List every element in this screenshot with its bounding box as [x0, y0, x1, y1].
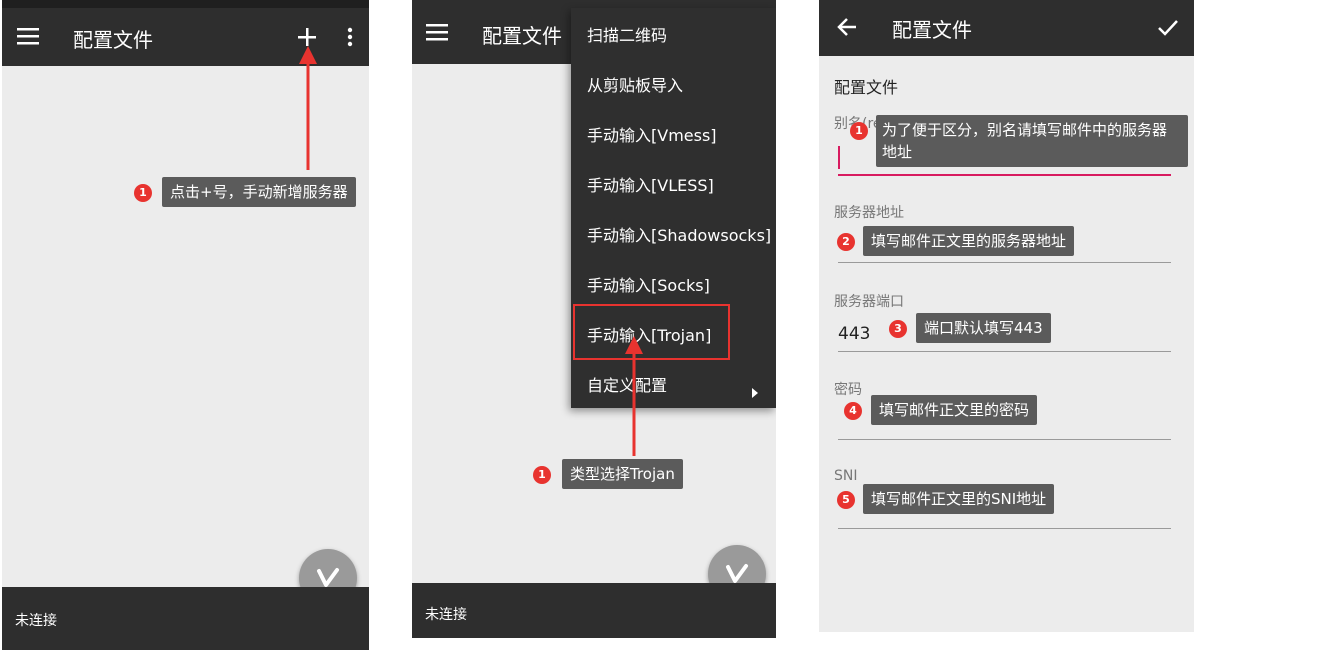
annotation-tooltip-line: 为了便于区分，别名请填写邮件中的服务器	[882, 121, 1168, 139]
field-label-server-port: 服务器端口	[834, 294, 904, 310]
check-icon[interactable]	[1157, 17, 1179, 37]
field-label-sni: SNI	[834, 468, 858, 484]
menu-item-socks[interactable]: 手动输入[Socks]	[587, 272, 710, 296]
annotation-arrow	[625, 336, 643, 456]
screen-profiles-empty: 配置文件 1 点击+号，手动新增服务器 未连接	[2, 0, 369, 650]
annotation-number: 2	[837, 233, 855, 251]
annotation-number: 5	[837, 491, 855, 509]
trojan-highlight-box	[573, 304, 730, 360]
text-cursor	[838, 146, 840, 169]
screen-trojan-config: 配置文件 配置文件 别名(remarks) 1 为了便于区分，别名请填写邮件中的…	[819, 0, 1194, 632]
server-address-input[interactable]	[838, 262, 1171, 263]
submenu-arrow-icon	[752, 388, 758, 398]
password-input[interactable]	[838, 439, 1171, 440]
connection-status-bar[interactable]: 未连接	[412, 583, 776, 638]
annotation-tooltip: 类型选择Trojan	[562, 459, 683, 489]
annotation-tooltip: 填写邮件正文里的SNI地址	[863, 484, 1055, 514]
annotation-number: 1	[533, 466, 551, 484]
annotation-number: 1	[134, 184, 152, 202]
menu-item-import-clipboard[interactable]: 从剪贴板导入	[587, 72, 683, 96]
toolbar-title: 配置文件	[73, 28, 153, 52]
toolbar-title: 配置文件	[482, 24, 562, 48]
field-label-password: 密码	[834, 382, 862, 398]
annotation-tooltip: 端口默认填写443	[916, 313, 1051, 343]
app-toolbar: 配置文件	[819, 0, 1194, 56]
arrow-back-icon[interactable]	[836, 17, 858, 37]
toolbar-title: 配置文件	[892, 18, 972, 42]
annotation-tooltip-line: 地址	[882, 143, 913, 161]
hamburger-icon[interactable]	[426, 23, 448, 41]
server-port-input[interactable]	[838, 351, 1171, 352]
connection-status-bar[interactable]: 未连接	[2, 587, 369, 650]
menu-item-vless[interactable]: 手动输入[VLESS]	[587, 172, 714, 196]
annotation-number: 1	[850, 122, 868, 140]
menu-item-scan-qr[interactable]: 扫描二维码	[587, 22, 667, 46]
field-label-server-address: 服务器地址	[834, 205, 904, 221]
server-port-value: 443	[838, 324, 871, 344]
annotation-number: 4	[844, 402, 862, 420]
annotation-number: 3	[889, 320, 907, 338]
sni-input[interactable]	[838, 528, 1171, 529]
hamburger-icon[interactable]	[17, 27, 39, 45]
connection-status-text: 未连接	[425, 607, 467, 623]
annotation-tooltip: 点击+号，手动新增服务器	[162, 177, 356, 207]
annotation-tooltip: 为了便于区分，别名请填写邮件中的服务器 地址	[876, 115, 1188, 167]
form-section-title: 配置文件	[834, 78, 899, 97]
menu-item-vmess[interactable]: 手动输入[Vmess]	[587, 122, 717, 146]
more-vert-icon[interactable]	[347, 27, 353, 47]
connection-status-text: 未连接	[15, 613, 57, 629]
annotation-arrow	[299, 46, 317, 170]
remarks-input[interactable]	[838, 174, 1171, 176]
menu-item-shadowsocks[interactable]: 手动输入[Shadowsocks]	[587, 222, 771, 246]
screen-add-menu: 配置文件 扫描二维码 从剪贴板导入 手动输入[Vmess] 手动输入[VLESS…	[412, 0, 776, 638]
annotation-tooltip: 填写邮件正文里的密码	[871, 395, 1038, 425]
status-bar	[2, 0, 369, 8]
annotation-tooltip: 填写邮件正文里的服务器地址	[863, 226, 1075, 256]
